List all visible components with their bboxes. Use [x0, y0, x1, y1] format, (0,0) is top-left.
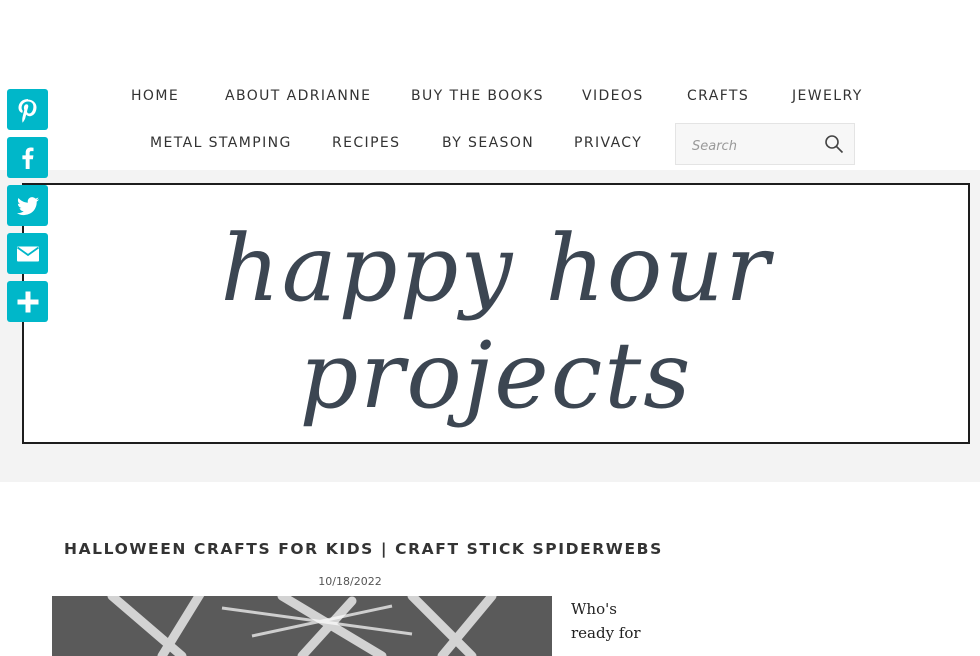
nav-about-adrianne[interactable]: ABOUT ADRIANNE — [225, 88, 371, 104]
search-icon[interactable] — [824, 134, 844, 154]
pinterest-icon — [18, 98, 36, 122]
nav-jewelry[interactable]: JEWELRY — [792, 88, 863, 104]
plus-icon — [17, 291, 38, 312]
nav-metal-stamping[interactable]: METAL STAMPING — [150, 135, 292, 151]
nav-crafts[interactable]: CRAFTS — [687, 88, 749, 104]
twitter-icon — [16, 196, 39, 215]
social-share-bar — [7, 89, 48, 329]
nav-by-season[interactable]: BY SEASON — [442, 135, 534, 151]
twitter-share-button[interactable] — [7, 185, 48, 226]
spiderweb-photo — [52, 596, 552, 656]
email-icon — [16, 246, 39, 261]
nav-recipes[interactable]: RECIPES — [332, 135, 400, 151]
site-logo-banner[interactable]: happy hour projects — [22, 183, 970, 444]
nav-home[interactable]: HOME — [131, 88, 179, 104]
search-input[interactable] — [690, 134, 824, 158]
more-share-button[interactable] — [7, 281, 48, 322]
nav-buy-the-books[interactable]: BUY THE BOOKS — [411, 88, 544, 104]
facebook-share-button[interactable] — [7, 137, 48, 178]
post-date: 10/18/2022 — [318, 575, 382, 588]
nav-privacy[interactable]: PRIVACY — [574, 135, 642, 151]
primary-nav: HOME ABOUT ADRIANNE BUY THE BOOKS VIDEOS… — [0, 87, 980, 105]
facebook-icon — [21, 147, 33, 169]
search-box — [675, 123, 855, 165]
email-share-button[interactable] — [7, 233, 48, 274]
post-excerpt: Who's ready for — [571, 600, 641, 642]
nav-videos[interactable]: VIDEOS — [582, 88, 644, 104]
site-logo-text: happy hour projects — [220, 215, 772, 429]
post-featured-image[interactable] — [52, 596, 552, 656]
pinterest-share-button[interactable] — [7, 89, 48, 130]
post-title[interactable]: HALLOWEEN CRAFTS FOR KIDS | CRAFT STICK … — [64, 540, 663, 558]
